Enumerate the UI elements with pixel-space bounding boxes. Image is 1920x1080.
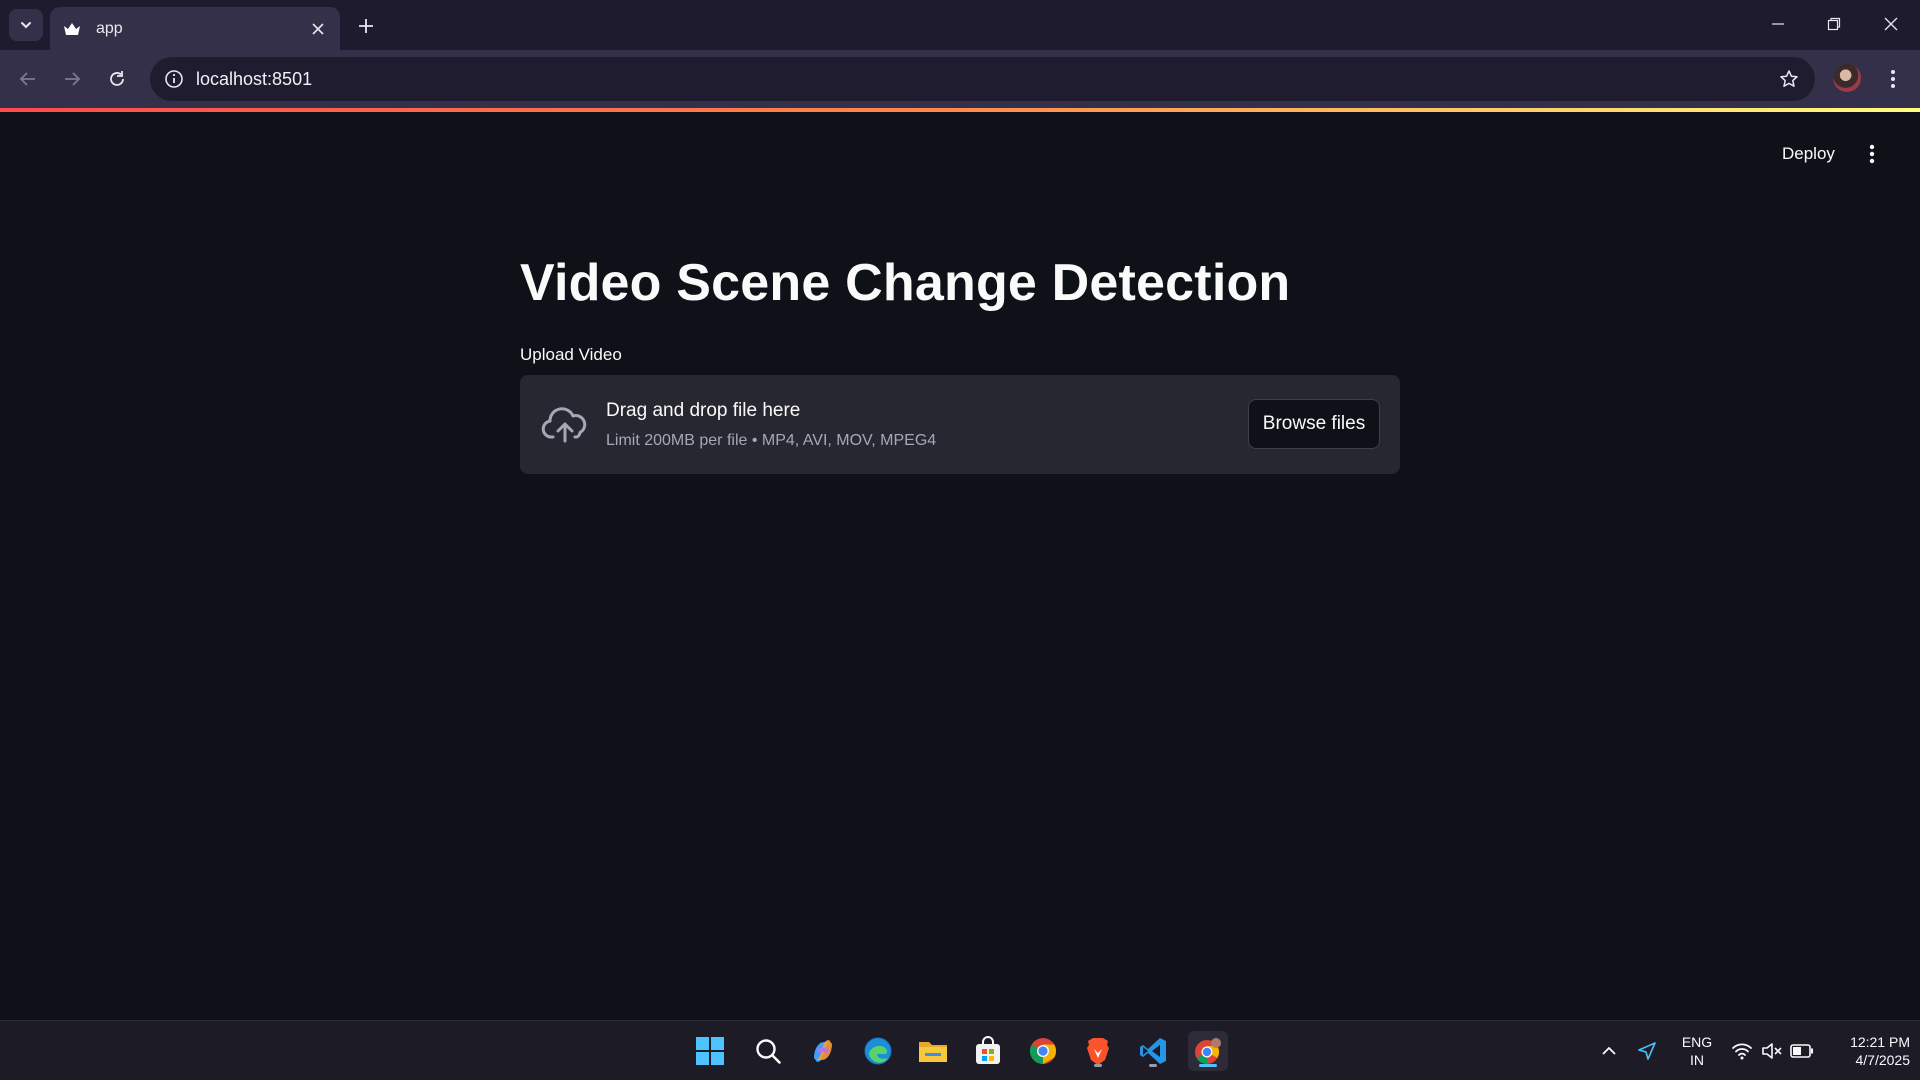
file-explorer-button[interactable] — [913, 1031, 953, 1071]
restore-icon — [1827, 17, 1841, 31]
search-button[interactable] — [748, 1031, 788, 1071]
store-icon — [976, 1036, 1000, 1064]
file-dropzone[interactable]: Drag and drop file here Limit 200MB per … — [520, 375, 1400, 474]
microsoft-store-button[interactable] — [968, 1031, 1008, 1071]
copilot-button[interactable] — [803, 1031, 843, 1071]
minimize-button[interactable] — [1758, 8, 1798, 40]
streamlit-decoration-bar — [0, 108, 1920, 112]
close-icon[interactable] — [308, 19, 328, 39]
brave-icon — [1087, 1038, 1109, 1065]
battery-icon[interactable] — [1790, 1039, 1814, 1063]
search-icon — [756, 1039, 781, 1064]
chrome-button[interactable] — [1023, 1031, 1063, 1071]
browser-tabstrip: app — [0, 0, 1920, 50]
cloud-upload-icon — [540, 400, 590, 450]
vertical-dots-icon — [1891, 70, 1895, 88]
back-button[interactable] — [11, 62, 45, 96]
page-title: Video Scene Change Detection — [520, 254, 1291, 312]
clock-time: 12:21 PM — [1850, 1034, 1910, 1050]
windows-logo-icon — [696, 1037, 724, 1065]
close-icon — [1884, 17, 1898, 31]
edge-button[interactable] — [858, 1031, 898, 1071]
browser-tab-active[interactable]: app — [50, 7, 340, 50]
vscode-icon — [1140, 1038, 1166, 1064]
restore-button[interactable] — [1814, 8, 1854, 40]
language-region: IN — [1690, 1052, 1704, 1068]
profile-avatar[interactable] — [1833, 64, 1861, 92]
dropzone-subtitle: Limit 200MB per file • MP4, AVI, MOV, MP… — [606, 432, 937, 449]
browser-toolbar: localhost:8501 — [0, 50, 1920, 108]
chrome-profile-button[interactable] — [1188, 1031, 1228, 1071]
address-bar[interactable]: localhost:8501 — [150, 57, 1815, 101]
chevron-down-icon — [21, 22, 31, 29]
chrome-profile-icon — [1195, 1038, 1221, 1064]
show-hidden-icons-button[interactable] — [1597, 1039, 1621, 1063]
window-close-button[interactable] — [1871, 8, 1911, 40]
chevron-up-icon — [1602, 1046, 1616, 1055]
system-clock[interactable]: 12:21 PM 4/7/2025 — [1820, 1033, 1910, 1069]
vertical-dots-icon — [1869, 144, 1875, 164]
streamlit-crown-icon — [62, 19, 82, 39]
forward-button[interactable] — [55, 62, 89, 96]
active-indicator — [1199, 1064, 1217, 1067]
browse-files-button[interactable]: Browse files — [1248, 399, 1380, 449]
tab-search-button[interactable] — [9, 9, 43, 41]
wifi-icon[interactable] — [1730, 1039, 1754, 1063]
new-tab-button[interactable] — [352, 12, 380, 40]
edge-icon — [864, 1037, 892, 1065]
uploader-label: Upload Video — [520, 345, 622, 364]
plus-icon — [359, 19, 373, 33]
bookmark-star-icon[interactable] — [1775, 65, 1803, 93]
taskbar: ENG IN 12:21 PM 4/7/2025 — [0, 1020, 1920, 1080]
arrow-left-icon — [19, 72, 35, 86]
arrow-right-icon — [65, 72, 81, 86]
start-button[interactable] — [690, 1031, 730, 1071]
browser-menu-button[interactable] — [1880, 62, 1906, 96]
language-code: ENG — [1681, 1034, 1713, 1050]
clock-date: 4/7/2025 — [1855, 1052, 1911, 1068]
chrome-icon — [1029, 1038, 1057, 1065]
input-language-indicator[interactable]: ENG IN — [1680, 1033, 1714, 1069]
url-text[interactable]: localhost:8501 — [196, 57, 312, 101]
volume-muted-icon[interactable] — [1760, 1039, 1784, 1063]
location-tray-icon[interactable] — [1635, 1039, 1659, 1063]
copilot-icon — [814, 1040, 832, 1062]
reload-icon — [110, 71, 124, 86]
app-menu-button[interactable] — [1858, 138, 1886, 170]
folder-icon — [919, 1042, 947, 1062]
tab-title: app — [96, 19, 123, 37]
dropzone-title: Drag and drop file here — [606, 400, 801, 421]
deploy-button[interactable]: Deploy — [1770, 138, 1847, 170]
vscode-button[interactable] — [1133, 1031, 1173, 1071]
running-indicator — [1149, 1064, 1157, 1067]
running-indicator — [1094, 1064, 1102, 1067]
brave-button[interactable] — [1078, 1031, 1118, 1071]
screen: app localhost:8501 Deploy Video Scene Ch… — [0, 0, 1920, 1080]
minimize-icon — [1772, 23, 1784, 25]
reload-button[interactable] — [100, 62, 134, 96]
site-info-icon[interactable] — [160, 65, 188, 93]
send-arrow-icon — [1638, 1042, 1656, 1060]
